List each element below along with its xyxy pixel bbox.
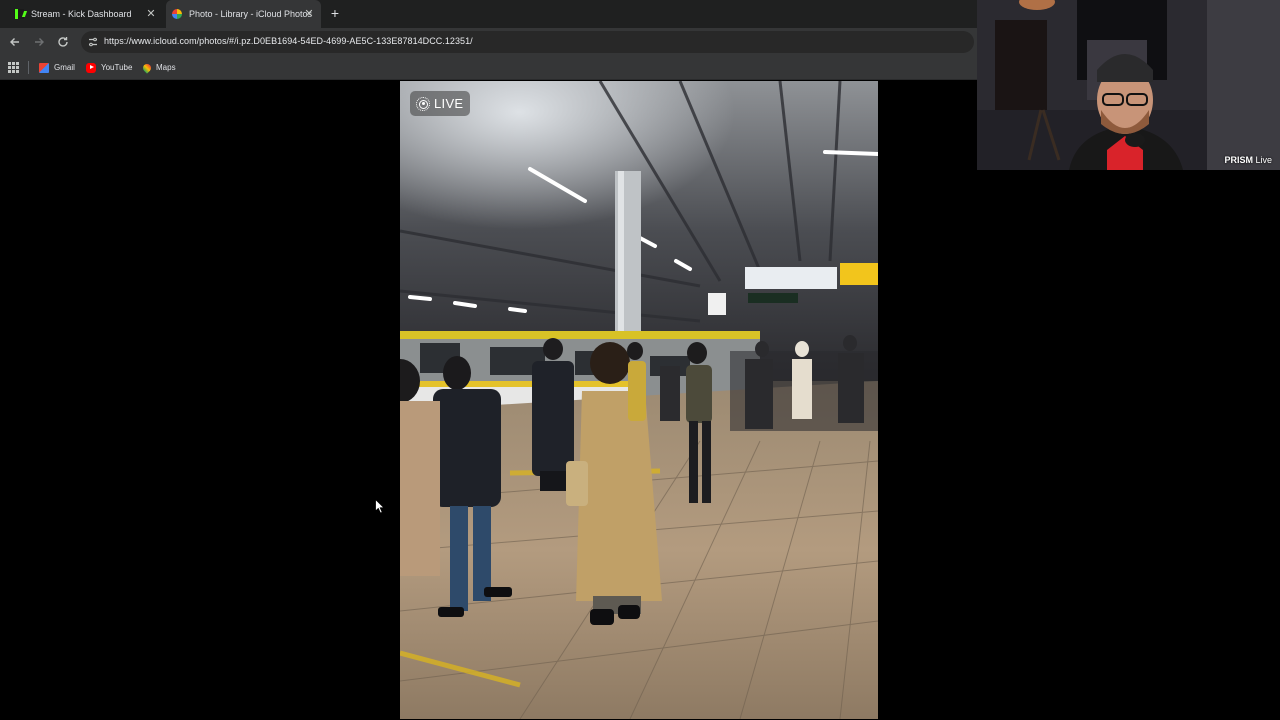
tab-strip: Stream - Kick Dashboard ✕ Photo - Librar… [0, 0, 977, 28]
gmail-icon [39, 62, 49, 73]
tab-icloud-photos[interactable]: Photo - Library - iCloud Photos ✕ [166, 0, 321, 28]
url-text: https://www.icloud.com/photos/#/i.pz.D0E… [104, 36, 473, 46]
bookmark-gmail[interactable]: Gmail [39, 60, 75, 75]
bookmarks-bar: Gmail YouTube Maps [0, 55, 977, 80]
apps-grid-icon[interactable] [8, 62, 19, 73]
live-label: LIVE [434, 96, 464, 111]
forward-arrow-icon[interactable] [31, 34, 47, 50]
mouse-cursor-icon [375, 499, 385, 514]
webcam-feed-image [977, 0, 1280, 170]
site-info-icon[interactable] [87, 36, 99, 48]
bookmark-youtube[interactable]: YouTube [86, 60, 132, 75]
address-bar[interactable]: https://www.icloud.com/photos/#/i.pz.D0E… [81, 31, 974, 53]
bookmarks-divider [28, 61, 29, 74]
station-platform-photo [400, 81, 878, 719]
live-photo-badge[interactable]: LIVE [410, 91, 471, 116]
reload-icon[interactable] [55, 34, 71, 50]
tab-kick-dashboard[interactable]: Stream - Kick Dashboard ✕ [8, 0, 163, 28]
photos-icon [172, 9, 182, 19]
prism-live-watermark: PRISM Live [1224, 155, 1272, 165]
youtube-icon [86, 62, 96, 73]
plus-icon[interactable]: + [327, 5, 343, 21]
bookmark-maps[interactable]: Maps [141, 60, 176, 75]
bookmark-label: Gmail [54, 63, 75, 72]
browser-toolbar: https://www.icloud.com/photos/#/i.pz.D0E… [0, 28, 977, 55]
prism-brand: PRISM [1224, 155, 1253, 165]
live-photo-icon [416, 96, 430, 111]
bookmark-label: Maps [156, 63, 176, 72]
prism-suffix: Live [1255, 155, 1272, 165]
bookmark-label: YouTube [101, 63, 133, 72]
kick-icon [14, 9, 24, 19]
tab-title: Stream - Kick Dashboard [31, 9, 132, 19]
close-tab-icon[interactable]: ✕ [303, 8, 315, 20]
maps-icon [141, 61, 153, 74]
back-arrow-icon[interactable] [7, 34, 23, 50]
tab-title: Photo - Library - iCloud Photos [189, 9, 313, 19]
photo-viewer[interactable]: LIVE [400, 81, 878, 719]
webcam-overlay: PRISM Live [977, 0, 1280, 170]
close-tab-icon[interactable]: ✕ [145, 8, 157, 20]
